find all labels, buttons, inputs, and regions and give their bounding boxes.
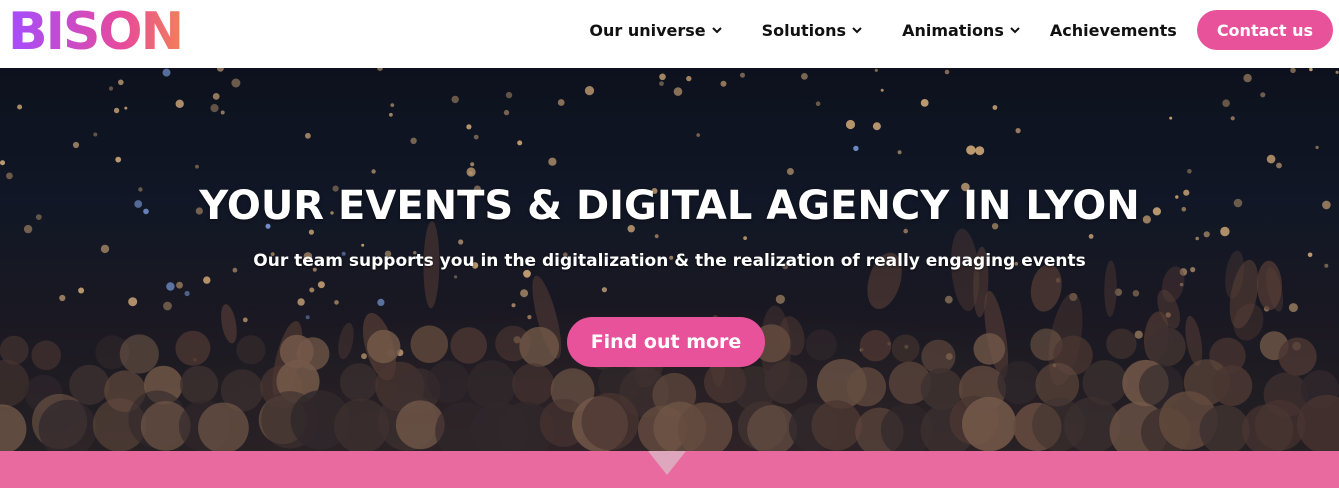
divider-arrow — [648, 451, 686, 475]
nav-item-achievements[interactable]: Achievements — [1050, 21, 1177, 40]
brand-logo-text: BISONS — [8, 4, 186, 54]
nav-item-our-universe[interactable]: Our universe — [589, 20, 722, 40]
chevron-down-icon — [711, 26, 722, 33]
nav-item-label: Animations — [902, 20, 1004, 40]
nav-item-label: Our universe — [589, 20, 706, 40]
hero-section: YOUR EVENTS & DIGITAL AGENCY IN LYON Our… — [0, 68, 1339, 451]
find-out-more-button[interactable]: Find out more — [567, 317, 765, 367]
main-nav: Our universe Solutions Animations Achiev… — [589, 9, 1333, 51]
hero-subtitle: Our team supports you in the digitalizat… — [253, 251, 1086, 271]
nav-item-solutions[interactable]: Solutions — [762, 21, 862, 40]
brand-logo[interactable]: BISONS — [8, 4, 186, 54]
nav-item-label: Solutions — [761, 20, 847, 40]
nav-item-label: Achievements — [1049, 20, 1177, 40]
chevron-down-icon — [1010, 26, 1020, 33]
nav-item-animations[interactable]: Animations — [902, 21, 1020, 40]
contact-us-button[interactable]: Contact us — [1196, 10, 1333, 50]
hero-title: YOUR EVENTS & DIGITAL AGENCY IN LYON — [199, 183, 1140, 229]
chevron-down-icon — [852, 26, 862, 33]
site-header: BISONS Our universe Solutions Animations… — [0, 0, 1339, 68]
